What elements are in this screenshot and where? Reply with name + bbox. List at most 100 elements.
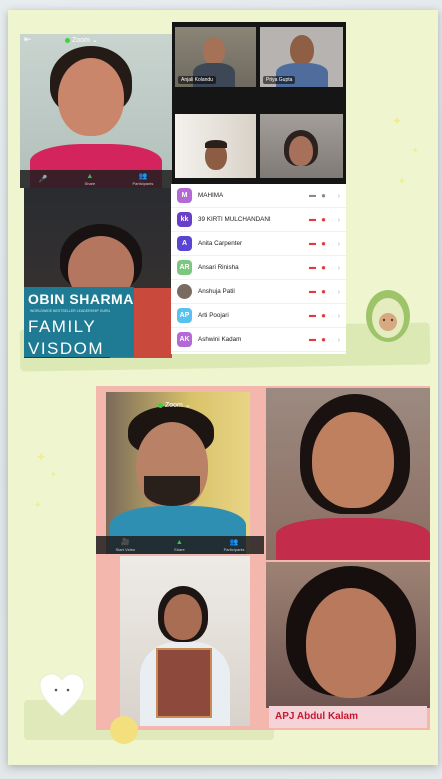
- chevron-right-icon: ›: [337, 239, 340, 248]
- video-off-icon: ▬: [309, 288, 316, 295]
- mic-icon: 🎤: [38, 175, 48, 183]
- back-icon[interactable]: ⇤: [24, 34, 32, 45]
- video-off-icon: ▬: [309, 216, 316, 223]
- video-tile-top-left[interactable]: 🎤 ▲ Share 👥 Participants: [20, 34, 172, 188]
- participant-name: Ansari Rinisha: [198, 264, 239, 271]
- toolbar-label: Share: [84, 180, 96, 186]
- participants-icon: 👥: [138, 173, 148, 180]
- toolbar-item-share[interactable]: ▲ Share: [85, 173, 96, 186]
- video-tile-man[interactable]: [175, 114, 256, 178]
- video-camera-icon: ▬: [309, 192, 316, 199]
- hair: [205, 140, 227, 148]
- face: [58, 58, 124, 136]
- chevron-right-icon: ›: [337, 191, 340, 200]
- participant-name-tag: Anjali Kolandu: [178, 76, 216, 84]
- zoom-title-text: Zoom: [165, 401, 183, 409]
- video-off-icon: ▬: [309, 264, 316, 271]
- toolbar-item-start-video[interactable]: 🎥 Start Video: [115, 538, 135, 552]
- participant-row[interactable]: AK Ashwini Kadam ▬ ● ›: [171, 328, 346, 352]
- participant-name: Anita Carpenter: [198, 240, 243, 247]
- quote-banner: APJ Abdul Kalam: [269, 706, 427, 728]
- mic-muted-icon: ●: [321, 239, 326, 248]
- video-camera-icon: 🎥: [120, 539, 130, 546]
- avocado-sticker-icon: [362, 282, 414, 344]
- meeting-toolbar: 🎤 ▲ Share 👥 Participants: [20, 170, 172, 188]
- avatar: kk: [177, 212, 192, 227]
- avatar: AR: [177, 260, 192, 275]
- participant-name: Anshuja Patil: [198, 288, 235, 295]
- participant-name: MAHIMA: [198, 192, 224, 199]
- book-title-line2: VISDOM: [28, 339, 105, 358]
- video-tile-anjali[interactable]: Anjali Kolandu: [175, 27, 256, 87]
- video-tile-woman[interactable]: [260, 114, 343, 178]
- mic-muted-icon: ●: [321, 215, 326, 224]
- mic-muted-icon: ●: [321, 335, 326, 344]
- participants-panel: M MAHIMA ▬ ● › kk 39 KIRTI MULCHANDANI ▬…: [171, 184, 346, 354]
- video-tile-girl[interactable]: [120, 556, 250, 726]
- chevron-down-icon: ⌄: [91, 37, 98, 44]
- secure-dot-icon: [158, 402, 163, 408]
- toolbar-item-share[interactable]: ▲ Share: [174, 539, 185, 552]
- chevron-right-icon: ›: [337, 335, 340, 344]
- book-in-hand: [156, 648, 212, 718]
- face: [306, 588, 396, 698]
- video-grid-right: Anjali Kolandu Priya Gupta: [172, 22, 346, 184]
- participant-row[interactable]: M MAHIMA ▬ ● ›: [171, 184, 346, 208]
- video-tile-priya[interactable]: Priya Gupta: [260, 27, 343, 87]
- toolbar-item[interactable]: 🎤: [39, 175, 48, 184]
- chevron-right-icon: ›: [337, 215, 340, 224]
- sparkle-icon: ✦: [412, 146, 419, 155]
- chevron-right-icon: ›: [337, 263, 340, 272]
- participant-name: Arti Poojari: [198, 312, 229, 319]
- video-off-icon: ▬: [309, 240, 316, 247]
- sparkle-icon: ✦: [398, 176, 406, 186]
- video-tile-man-bottom[interactable]: [106, 392, 250, 554]
- toolbar-label: Participants: [132, 181, 154, 186]
- banner-text: APJ Abdul Kalam: [275, 711, 358, 722]
- avatar: AP: [177, 308, 192, 323]
- participant-row[interactable]: A Anita Carpenter ▬ ● ›: [171, 232, 346, 256]
- toolbar-label: Participants: [223, 547, 245, 552]
- zoom-title[interactable]: Zoom ⌄: [65, 36, 98, 44]
- face: [164, 594, 202, 640]
- share-icon: ▲: [175, 538, 183, 546]
- participant-name: 39 KIRTI MULCHANDANI: [198, 216, 271, 223]
- toolbar-item-participants[interactable]: 👥 Participants: [224, 538, 245, 552]
- sparkle-icon: ✦: [50, 470, 57, 479]
- avatar: M: [177, 188, 192, 203]
- toolbar-label: Share: [174, 546, 185, 552]
- participant-row[interactable]: kk 39 KIRTI MULCHANDANI ▬ ● ›: [171, 208, 346, 232]
- book-cover: OBIN SHARMA WORLDWIDE BESTSELLER LEADERS…: [24, 287, 134, 358]
- chevron-right-icon: ›: [337, 287, 340, 296]
- face: [290, 35, 314, 65]
- share-icon: ▲: [86, 172, 94, 180]
- toolbar-item-participants[interactable]: 👥 Participants: [132, 172, 153, 186]
- participants-icon: 👥: [229, 539, 239, 546]
- toolbar-label: Start Video: [115, 547, 136, 552]
- sparkle-icon: ✦: [36, 450, 47, 464]
- mic-muted-icon: ●: [321, 263, 326, 272]
- zoom-title-text: Zoom: [72, 36, 90, 44]
- face: [312, 412, 394, 508]
- chevron-down-icon: ⌄: [184, 402, 191, 409]
- sparkle-icon: ✦: [392, 114, 403, 128]
- mic-muted-icon: ●: [321, 287, 326, 296]
- participant-row[interactable]: AR Ansari Rinisha ▬ ● ›: [171, 256, 346, 280]
- video-off-icon: ▬: [309, 312, 316, 319]
- meeting-toolbar: 🎥 Start Video ▲ Share 👥 Participants: [96, 536, 264, 554]
- sparkle-icon: ✦: [34, 500, 42, 510]
- participant-row[interactable]: AP Arti Poojari ▬ ● ›: [171, 304, 346, 328]
- mic-icon: ●: [321, 191, 326, 200]
- participant-row[interactable]: Anshuja Patil ▬ ● ›: [171, 280, 346, 304]
- book-subtitle: WORLDWIDE BESTSELLER LEADERSHIP GURU: [30, 309, 111, 313]
- video-tile-woman-bottom-right[interactable]: [266, 388, 430, 560]
- video-tile-woman-bottom[interactable]: [266, 562, 430, 708]
- chevron-right-icon: ›: [337, 311, 340, 320]
- zoom-title[interactable]: Zoom ⌄: [158, 401, 191, 409]
- participant-name-tag: Priya Gupta: [263, 76, 296, 84]
- face: [289, 136, 313, 166]
- beard: [144, 476, 200, 506]
- lemon-sticker-icon: [110, 716, 138, 744]
- avatar: AK: [177, 332, 192, 347]
- secure-dot-icon: [65, 37, 70, 43]
